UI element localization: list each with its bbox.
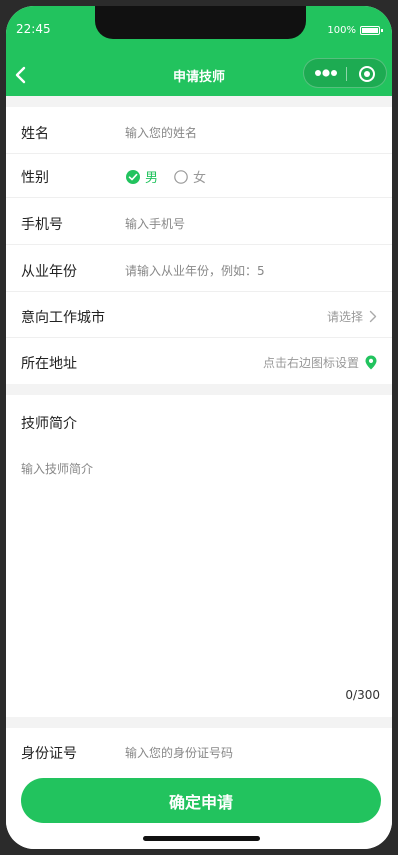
phone-input[interactable]: 输入手机号 — [125, 215, 185, 232]
check-circle-icon — [126, 169, 140, 184]
city-placeholder: 请选择 — [326, 310, 363, 324]
status-battery: 100% — [327, 25, 383, 36]
gender-label: 性别 — [21, 170, 49, 186]
gender-option-male[interactable]: 男 — [126, 167, 158, 186]
phone-row[interactable]: 手机号 输入手机号 — [6, 201, 392, 245]
name-label: 姓名 — [21, 126, 49, 142]
submit-button[interactable]: 确定申请 — [21, 778, 381, 823]
city-label: 意向工作城市 — [21, 310, 105, 326]
chevron-right-icon — [369, 310, 377, 323]
battery-percent: 100% — [327, 25, 356, 36]
city-select[interactable]: 请选择 — [327, 308, 377, 325]
home-indicator — [143, 836, 260, 841]
gender-option-female[interactable]: 女 — [174, 167, 206, 186]
address-picker[interactable]: 点击右边图标设置 — [263, 354, 377, 371]
intro-label: 技师简介 — [21, 416, 77, 432]
basic-info-card: 姓名 输入您的姓名 性别 男 女 手机号 输入手机号 从业年份 请输入从业年份，… — [6, 107, 392, 384]
target-icon[interactable] — [358, 65, 376, 83]
intro-card: 技师简介 输入技师简介 0/300 — [6, 395, 392, 717]
phone-screen: 22:45 100% 申请技师 姓名 输入您的姓名 性别 男 女 手机号 输入手… — [6, 6, 392, 849]
battery-icon — [360, 26, 383, 35]
years-label: 从业年份 — [21, 264, 77, 280]
id-card-label: 身份证号 — [21, 746, 77, 762]
char-counter: 0/300 — [345, 688, 380, 702]
more-dots-icon[interactable] — [314, 68, 338, 78]
years-row[interactable]: 从业年份 请输入从业年份，例如：5 — [6, 248, 392, 292]
status-time: 22:45 — [16, 22, 51, 36]
address-label: 所在地址 — [21, 356, 77, 372]
address-placeholder: 点击右边图标设置 — [262, 356, 359, 370]
name-input[interactable]: 输入您的姓名 — [125, 124, 197, 141]
id-card-row[interactable]: 身份证号 输入您的身份证号码 — [6, 730, 392, 774]
gender-option-male-label: 男 — [145, 171, 159, 186]
notch — [95, 6, 306, 39]
name-row[interactable]: 姓名 输入您的姓名 — [6, 110, 392, 154]
id-card-input[interactable]: 输入您的身份证号码 — [125, 744, 233, 761]
gender-row: 性别 男 女 — [6, 154, 392, 198]
header: 22:45 100% 申请技师 — [6, 6, 392, 96]
years-input[interactable]: 请输入从业年份，例如：5 — [125, 262, 265, 279]
circle-icon — [174, 169, 188, 184]
address-row[interactable]: 所在地址 点击右边图标设置 — [6, 340, 392, 384]
gender-radio-group: 男 女 — [126, 167, 206, 186]
gender-option-female-label: 女 — [193, 171, 207, 186]
capsule-divider — [346, 67, 347, 81]
location-pin-icon[interactable] — [365, 355, 377, 370]
city-row[interactable]: 意向工作城市 请选择 — [6, 294, 392, 338]
phone-label: 手机号 — [21, 217, 63, 233]
intro-textarea[interactable]: 输入技师简介 — [21, 460, 93, 477]
capsule-menu — [303, 58, 387, 88]
